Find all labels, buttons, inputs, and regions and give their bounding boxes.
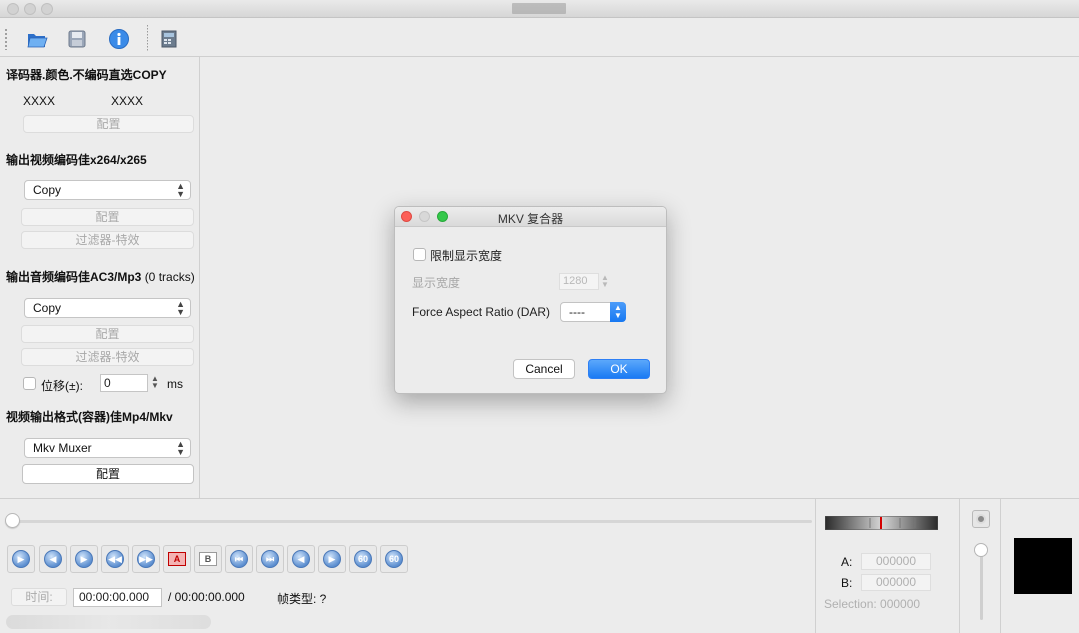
audio-section-title: 输出音频编码佳AC3/Mp3 (0 tracks) (6, 268, 195, 285)
cancel-button[interactable]: Cancel (513, 359, 575, 379)
toolbar-grip-icon (4, 28, 8, 50)
marker-b-field[interactable]: 000000 (861, 574, 931, 591)
volume-slider-knob[interactable] (974, 543, 988, 557)
forward-60-icon: 60 (385, 550, 403, 568)
display-width-label: 显示宽度 (412, 276, 461, 290)
limit-width-label: 限制显示宽度 (430, 249, 503, 263)
prev-keyframe-button[interactable]: ◀◀ (101, 545, 129, 573)
audio-shift-checkbox[interactable] (23, 377, 36, 390)
time-button[interactable]: 时间: (11, 588, 67, 606)
dar-select[interactable]: ---- ▲ ▼ (560, 302, 626, 322)
dar-value: ---- (569, 305, 585, 319)
video-section-title: 输出视频编码佳x264/x265 (6, 153, 147, 167)
status-strip (6, 615, 211, 629)
next-keyframe-icon: ▶▶ (137, 550, 155, 568)
goto-marker-a-button[interactable]: ◀ (287, 545, 315, 573)
current-time-field[interactable]: 00:00:00.000 (73, 588, 162, 607)
info-icon[interactable] (108, 28, 130, 50)
audio-shift-unit: ms (167, 377, 183, 391)
goto-end-icon: ⏭ (261, 550, 279, 568)
dialog-titlebar: MKV 复合器 (395, 207, 666, 227)
decoder-section-title: 译码器.颜色.不编码直选COPY (6, 68, 167, 82)
decoder-right-label: XXXX (111, 94, 144, 108)
select-chevron-icon: ▲ ▼ (176, 181, 185, 199)
limit-width-checkbox[interactable] (413, 248, 426, 261)
video-filter-button[interactable]: 过滤器-特效 (21, 231, 194, 249)
rewind-button[interactable]: ◀ (39, 545, 67, 573)
forward-button[interactable]: ▶ (70, 545, 98, 573)
selection-label: Selection: 000000 (824, 597, 921, 611)
dar-label: Force Aspect Ratio (DAR) (412, 305, 551, 319)
goto-marker-b-icon: ▶ (323, 550, 341, 568)
marker-b-label: B: (841, 576, 853, 590)
forward-60-button[interactable]: 60 (380, 545, 408, 573)
save-disk-icon[interactable] (66, 28, 88, 50)
marker-a-label: A: (841, 555, 853, 569)
muxer-config-button[interactable]: 配置 (22, 464, 194, 484)
thumbnail-preview (1014, 538, 1072, 594)
rewind-icon: ◀ (44, 550, 62, 568)
frame-type-label: 帧类型: ? (277, 592, 327, 606)
toolbar (0, 19, 1079, 57)
open-folder-icon[interactable] (26, 28, 48, 50)
window-title (512, 3, 566, 14)
speaker-icon (976, 514, 986, 524)
popup-chevron-icon: ▲ ▼ (610, 302, 626, 322)
audio-shift-label: 位移(±): (41, 379, 83, 393)
decoder-left-label: XXXX (23, 94, 56, 108)
goto-marker-a-icon: ◀ (292, 550, 310, 568)
back-60-icon: 60 (354, 550, 372, 568)
set-marker-a-icon: A (168, 552, 186, 566)
muxer-select[interactable]: Mkv Muxer ▲ ▼ (24, 438, 191, 458)
goto-marker-b-button[interactable]: ▶ (318, 545, 346, 573)
audio-codec-value: Copy (33, 301, 62, 315)
volume-slider-track[interactable] (980, 550, 983, 620)
goto-start-button[interactable]: ⏮ (225, 545, 253, 573)
minimize-window-button[interactable] (24, 3, 36, 15)
audio-shift-stepper[interactable]: ▲ ▼ (150, 375, 160, 391)
mkv-muxer-dialog: MKV 复合器 限制显示宽度 显示宽度 1280 ▲ ▼ Force Aspect… (394, 206, 667, 394)
window-titlebar (0, 0, 1079, 18)
display-width-stepper[interactable]: ▲ ▼ (600, 274, 610, 290)
audio-config-button[interactable]: 配置 (21, 325, 194, 343)
decoder-config-button[interactable]: 配置 (23, 115, 194, 133)
settings-panel: 译码器.颜色.不编码直选COPY XXXX XXXX 配置 输出视频编码佳x26… (0, 57, 200, 498)
back-60-button[interactable]: 60 (349, 545, 377, 573)
video-config-button[interactable]: 配置 (21, 208, 194, 226)
audio-tracks-count: (0 tracks) (144, 270, 195, 284)
play-button[interactable]: ▶ (7, 545, 35, 573)
seek-slider-knob[interactable] (5, 513, 20, 528)
audio-section-title-text: 输出音频编码佳AC3/Mp3 (6, 270, 142, 284)
container-section-title: 视频输出格式(容器)佳Mp4/Mkv (6, 410, 173, 424)
close-window-button[interactable] (7, 3, 19, 15)
volume-mute-button[interactable] (972, 510, 990, 528)
muxer-value: Mkv Muxer (33, 441, 92, 455)
audio-filter-button[interactable]: 过滤器-特效 (21, 348, 194, 366)
prev-keyframe-icon: ◀◀ (106, 550, 124, 568)
goto-start-icon: ⏮ (230, 550, 248, 568)
video-codec-select[interactable]: Copy ▲ ▼ (24, 180, 191, 200)
marker-a-field[interactable]: 000000 (861, 553, 931, 570)
toolbar-separator (147, 25, 148, 51)
total-time-label: / 00:00:00.000 (168, 590, 245, 604)
set-marker-b-button[interactable]: B (194, 545, 222, 573)
play-icon: ▶ (12, 550, 30, 568)
display-width-input[interactable]: 1280 (559, 273, 599, 290)
select-chevron-icon: ▲ ▼ (176, 299, 185, 317)
zoom-window-button[interactable] (41, 3, 53, 15)
seek-slider-track[interactable] (12, 520, 812, 523)
set-marker-a-button[interactable]: A (163, 545, 191, 573)
marker-bar (825, 516, 938, 530)
next-keyframe-button[interactable]: ▶▶ (132, 545, 160, 573)
set-marker-b-icon: B (199, 552, 217, 566)
film-calculator-icon[interactable] (158, 28, 180, 50)
goto-end-button[interactable]: ⏭ (256, 545, 284, 573)
dialog-title: MKV 复合器 (497, 212, 564, 226)
video-codec-value: Copy (33, 183, 62, 197)
forward-icon: ▶ (75, 550, 93, 568)
ok-button[interactable]: OK (588, 359, 650, 379)
audio-codec-select[interactable]: Copy ▲ ▼ (24, 298, 191, 318)
select-chevron-icon: ▲ ▼ (176, 439, 185, 457)
audio-shift-input[interactable]: 0 (100, 374, 148, 392)
